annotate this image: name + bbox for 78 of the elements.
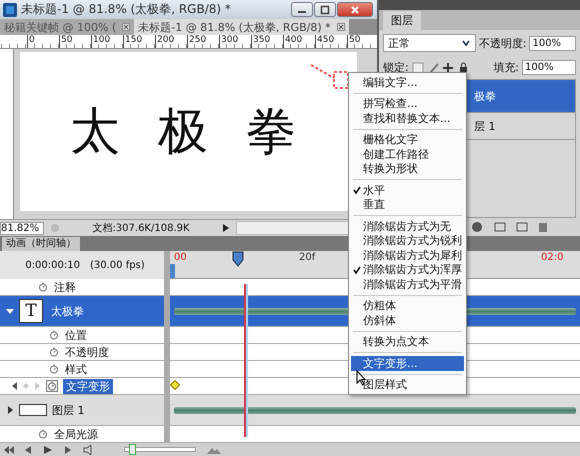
fill-label: 填充: [493, 60, 519, 75]
opacity-field[interactable]: 100% [529, 36, 576, 50]
expand-icon[interactable] [6, 307, 14, 315]
layer-thumbnail [19, 404, 47, 416]
property-name[interactable]: 文字变形 [63, 378, 113, 394]
menu-item[interactable]: 仿斜体 [351, 313, 464, 328]
menu-item[interactable]: 消除锯齿方式为锐利 [351, 234, 464, 248]
expand-icon[interactable] [6, 406, 14, 414]
ruler-label: 100 [91, 35, 123, 48]
ruler-label: 50 [59, 35, 91, 48]
ruler-label: 20f [299, 252, 316, 263]
maximize-button[interactable] [314, 2, 336, 17]
play-icon[interactable] [222, 224, 230, 232]
fill-field[interactable]: 100% [522, 60, 576, 75]
minimize-icon [298, 11, 306, 13]
playhead-icon[interactable] [232, 251, 244, 267]
minimize-button[interactable] [291, 2, 313, 17]
work-area-marker[interactable] [170, 264, 175, 278]
close-icon [350, 4, 360, 14]
maximize-icon [320, 4, 330, 14]
property-name[interactable]: 样式 [65, 362, 87, 376]
menu-item[interactable]: 转换为形状 [351, 162, 464, 176]
menu-item[interactable]: 转换为点文本 [351, 334, 464, 349]
stopwatch-icon[interactable] [46, 380, 58, 392]
ruler-label: 00 [174, 252, 187, 263]
menu-item[interactable]: 消除锯齿方式为浑厚 [351, 262, 464, 277]
menu-item[interactable]: 消除锯齿方式为平滑 [351, 277, 464, 292]
blend-mode-dropdown[interactable]: 正常 [383, 34, 476, 52]
keyframe-navigator-icon[interactable] [11, 381, 41, 391]
menu-item[interactable]: 垂直 [351, 198, 464, 212]
layer-name[interactable]: 图层 1 [52, 402, 84, 418]
ruler-label: 200 [155, 35, 187, 48]
menu-item[interactable]: 创建工作路径 [351, 147, 464, 162]
panel-tab[interactable]: 动画（时间轴） [2, 237, 80, 251]
ruler-label: 400 [283, 35, 315, 48]
stopwatch-icon[interactable] [48, 329, 60, 341]
menu-item[interactable]: 水平 [351, 183, 464, 198]
menu-item[interactable]: 消除锯齿方式为犀利 [351, 248, 464, 262]
app-icon [3, 2, 17, 16]
stopwatch-icon[interactable] [48, 363, 60, 375]
stopwatch-icon[interactable] [37, 281, 49, 293]
lock-icons-drawing[interactable] [412, 62, 468, 74]
ruler-label: 450 [315, 35, 347, 48]
menu-item[interactable]: 消除锯齿方式为无 [351, 219, 464, 234]
close-icon[interactable] [122, 23, 130, 31]
ruler-label: 250 [187, 35, 219, 48]
close-icon[interactable] [336, 23, 345, 31]
panel-tab[interactable]: 图层 [383, 11, 421, 30]
property-name[interactable]: 位置 [65, 328, 87, 342]
property-name[interactable]: 注释 [54, 280, 76, 294]
keyframe-icon[interactable] [170, 380, 180, 390]
slider-thumb[interactable] [128, 444, 136, 455]
ruler-label: 150 [123, 35, 155, 48]
ruler-label: 0 [27, 35, 59, 48]
canvas-text: 太极拳 [70, 101, 334, 162]
property-name[interactable]: 全局光源 [54, 426, 98, 442]
ruler-label: 02:0 [541, 252, 564, 263]
window-title: 未标题-1 @ 81.8% (太极拳, RGB/8) * [21, 1, 231, 18]
property-name[interactable]: 不透明度 [65, 344, 109, 360]
layer-duration-bar[interactable] [174, 406, 576, 414]
ruler-label: 350 [251, 35, 283, 48]
stopwatch-icon[interactable] [37, 428, 49, 440]
layer-thumbnail: T [19, 299, 43, 323]
ruler-label: 300 [219, 35, 251, 48]
dashed-marker-icon [310, 64, 350, 92]
menu-item[interactable]: 图层样式 [351, 378, 464, 392]
opacity-label: 不透明度: [478, 36, 526, 50]
menu-item[interactable]: 文字变形... [351, 356, 464, 370]
menu-item[interactable]: 仿粗体 [351, 298, 464, 313]
time-display: 0:00:00:10 [25, 260, 80, 270]
layer-name[interactable]: 太极拳 [48, 304, 87, 318]
close-button[interactable] [337, 2, 373, 17]
document-tab[interactable]: 未标题-1 @ 81.8% (太极拳, RGB/8) * [134, 19, 349, 35]
zoom-field[interactable]: 81.82% [0, 222, 44, 234]
fps-label: (30.00 fps) [90, 260, 145, 270]
document-info: 文档:307.6K/108.9K [91, 222, 191, 235]
zoom-slider[interactable] [124, 447, 196, 452]
stopwatch-icon[interactable] [48, 346, 60, 358]
